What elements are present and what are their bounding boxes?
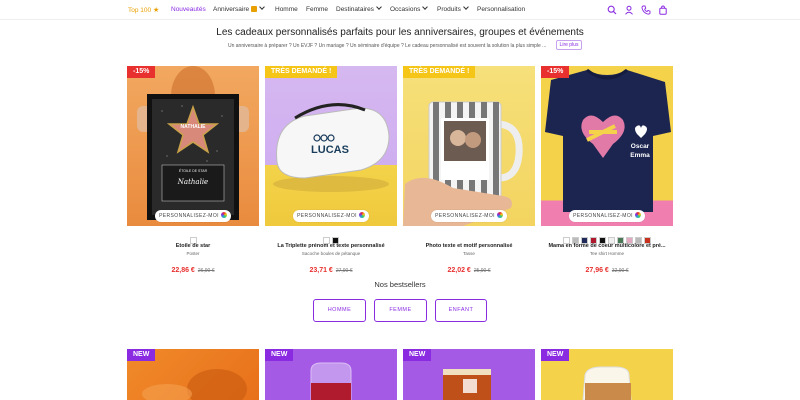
new-badge: NEW xyxy=(265,349,294,361)
product-type: Tasse xyxy=(463,251,475,256)
product-image[interactable]: TRÈS DEMANDÉ ! PERSONNALISEZ-MOI xyxy=(403,66,535,226)
personalize-label: PERSONNALISEZ-MOI xyxy=(573,213,633,219)
color-wheel-icon xyxy=(634,212,641,218)
user-icon[interactable] xyxy=(624,5,634,15)
product-image[interactable]: Oscar Emma -15% PERSONNALISEZ-MOI xyxy=(541,66,673,226)
nav-produits[interactable]: Produits xyxy=(437,4,469,13)
nav-homme[interactable]: Homme xyxy=(275,6,298,13)
nav-produits-label: Produits xyxy=(437,6,461,13)
product-type: Poster xyxy=(186,251,200,256)
nav-top100-label: Top 100 xyxy=(128,7,152,14)
product-type: Sacoche boules de pétanque xyxy=(301,251,361,256)
product-price: 27,96 € xyxy=(585,267,609,274)
bestsellers-title: Nos bestsellers xyxy=(374,280,426,289)
tab-enfant[interactable]: ENFANT xyxy=(435,299,487,322)
product-name[interactable]: Mama en forme de coeur multicolore et pr… xyxy=(541,243,673,249)
nav-destinataires-label: Destinataires xyxy=(336,6,374,13)
product-price-row: 23,71 €27,90 € xyxy=(265,259,397,277)
color-swatches xyxy=(265,231,397,244)
new-product-card[interactable]: NEW xyxy=(541,349,673,400)
page-title: Les cadeaux personnalisés parfaits pour … xyxy=(216,27,584,38)
mug-illustration xyxy=(403,101,523,226)
product-card[interactable]: LUCAS TRÈS DEMANDÉ ! PERSONNALISEZ-MOI L… xyxy=(265,66,397,274)
discount-badge: -15% xyxy=(541,66,570,78)
color-wheel-icon xyxy=(358,212,365,218)
gift-icon xyxy=(251,6,258,12)
nav-top100[interactable]: Top 100 ★ xyxy=(128,6,159,14)
chevron-down-icon xyxy=(259,4,265,10)
popular-badge: TRÈS DEMANDÉ ! xyxy=(403,66,476,78)
color-swatches xyxy=(127,231,259,244)
top-navigation: Top 100 ★ Nouveautés Anniversaire Homme … xyxy=(0,0,800,20)
color-wheel-icon xyxy=(496,212,503,218)
personalize-button[interactable]: PERSONNALISEZ-MOI xyxy=(431,210,507,222)
product-price-row: 22,02 €25,90 € xyxy=(403,259,535,277)
tshirt-print-line1: Oscar xyxy=(630,143,650,150)
personalize-label: PERSONNALISEZ-MOI xyxy=(435,213,495,219)
product-price: 22,02 € xyxy=(447,267,471,274)
nav-occasions[interactable]: Occasions xyxy=(390,4,429,13)
poster-caption: ÉTOILE DE STAR xyxy=(178,169,208,173)
new-product-card[interactable]: NEW xyxy=(403,349,535,400)
nav-femme[interactable]: Femme xyxy=(306,6,328,13)
poster-signature: Nathalie xyxy=(177,178,209,186)
phone-icon[interactable] xyxy=(641,5,651,15)
product-card[interactable]: Oscar Emma -15% PERSONNALISEZ-MOI Mama e… xyxy=(541,66,673,274)
product-image[interactable]: NATHALIE ÉTOILE DE STAR Nathalie -15% PE… xyxy=(127,66,259,226)
old-price: 27,90 € xyxy=(335,268,353,274)
nav-occasions-label: Occasions xyxy=(390,6,421,13)
new-badge: NEW xyxy=(127,349,156,361)
product-card[interactable]: NATHALIE ÉTOILE DE STAR Nathalie -15% PE… xyxy=(127,66,259,274)
bag-name: LUCAS xyxy=(311,144,349,156)
discount-badge: -15% xyxy=(127,66,156,78)
product-image[interactable]: LUCAS TRÈS DEMANDÉ ! PERSONNALISEZ-MOI xyxy=(265,66,397,226)
old-price: 32,90 € xyxy=(611,268,629,274)
personalize-button[interactable]: PERSONNALISEZ-MOI xyxy=(569,210,645,222)
product-price-row: 22,86 €26,90 € xyxy=(127,259,259,277)
nav-personnalisation[interactable]: Personnalisation xyxy=(477,6,525,13)
nav-anniversaire[interactable]: Anniversaire xyxy=(213,4,265,13)
tab-homme[interactable]: HOMME xyxy=(313,299,366,322)
product-type: Tee shirt Homme xyxy=(589,251,624,256)
product-name[interactable]: Etoile de star xyxy=(127,243,259,249)
chevron-down-icon xyxy=(463,4,469,10)
color-swatches xyxy=(541,231,673,244)
star-icon: ★ xyxy=(152,7,160,14)
read-more-button[interactable]: Lire plus xyxy=(556,40,582,50)
product-name[interactable]: La Triplette prénom et texte personnalis… xyxy=(265,243,397,249)
nav-destinataires[interactable]: Destinataires xyxy=(336,4,382,13)
nav-new[interactable]: Nouveautés xyxy=(171,6,206,13)
new-badge: NEW xyxy=(403,349,432,361)
new-badge: NEW xyxy=(541,349,570,361)
poster-illustration xyxy=(137,66,249,220)
personalize-label: PERSONNALISEZ-MOI xyxy=(159,213,219,219)
tab-femme[interactable]: FEMME xyxy=(374,299,427,322)
nav-anniversaire-label: Anniversaire xyxy=(213,6,250,13)
product-price-row: 27,96 €32,90 € xyxy=(541,259,673,277)
poster-name: NATHALIE xyxy=(180,124,206,130)
tshirt-print-line2: Emma xyxy=(630,152,650,159)
old-price: 26,90 € xyxy=(197,268,215,274)
color-wheel-icon xyxy=(220,212,227,218)
product-price: 22,86 € xyxy=(171,267,195,274)
new-product-card[interactable]: NEW xyxy=(265,349,397,400)
intro-text: Un anniversaire à préparer ? Un EVJF ? U… xyxy=(228,43,547,49)
cart-icon[interactable] xyxy=(658,5,668,15)
product-card[interactable]: TRÈS DEMANDÉ ! PERSONNALISEZ-MOI Photo t… xyxy=(403,66,535,274)
personalize-label: PERSONNALISEZ-MOI xyxy=(297,213,357,219)
product-name[interactable]: Photo texte et motif personnalisé xyxy=(403,243,535,249)
chevron-down-icon xyxy=(376,4,382,10)
old-price: 25,90 € xyxy=(473,268,491,274)
product-price: 23,71 € xyxy=(309,267,333,274)
new-product-card[interactable]: NEW xyxy=(127,349,259,400)
personalize-button[interactable]: PERSONNALISEZ-MOI xyxy=(155,210,231,222)
popular-badge: TRÈS DEMANDÉ ! xyxy=(265,66,338,78)
search-icon[interactable] xyxy=(607,5,617,15)
personalize-button[interactable]: PERSONNALISEZ-MOI xyxy=(293,210,369,222)
chevron-down-icon xyxy=(422,4,429,10)
